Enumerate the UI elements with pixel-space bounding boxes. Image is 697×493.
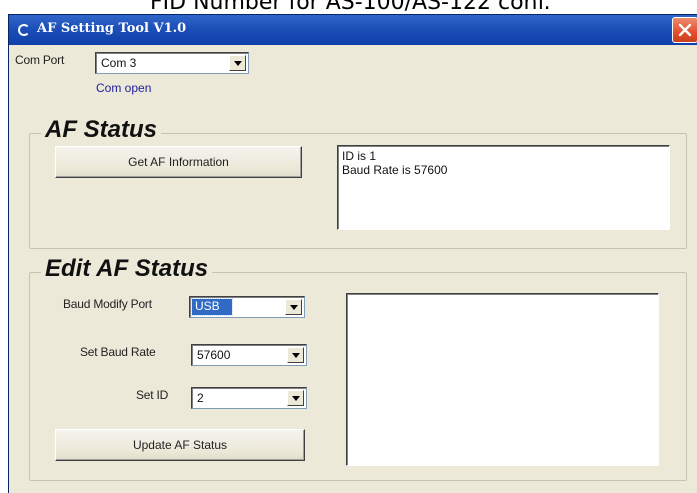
af-status-title: AF Status [41,116,162,144]
set-id-label: Set ID [136,388,169,402]
close-button[interactable] [672,17,697,43]
baud-modify-port-label: Baud Modify Port [63,297,152,311]
edit-output-display [346,293,659,466]
af-info-line: Baud Rate is 57600 [342,163,448,177]
page-caption-text: FID Number for AS-100/AS-122 conf. [150,0,551,15]
set-id-value: 2 [197,391,204,405]
af-info-display: ID is 1 Baud Rate is 57600 [337,145,670,230]
baud-modify-port-dropdown-button[interactable] [285,299,302,315]
chevron-down-icon [234,61,242,66]
app-window: AF Setting Tool V1.0 Com Port Com 3 Com … [8,14,697,493]
set-baud-rate-label: Set Baud Rate [80,345,156,359]
window-title: AF Setting Tool V1.0 [37,21,187,36]
app-icon [18,24,30,36]
chevron-down-icon [292,353,300,358]
baud-modify-port-select[interactable]: USB [189,296,305,318]
set-id-dropdown-button[interactable] [287,390,304,406]
chevron-down-icon [290,305,298,310]
set-baud-rate-select[interactable]: 57600 [191,344,307,366]
com-port-value: Com 3 [101,56,137,70]
title-bar[interactable]: AF Setting Tool V1.0 [9,15,697,45]
chevron-down-icon [292,396,300,401]
set-baud-rate-dropdown-button[interactable] [287,347,304,363]
af-info-line: ID is 1 [342,149,377,163]
com-status-text: Com open [96,81,152,95]
update-af-status-button[interactable]: Update AF Status [55,429,305,461]
client-area: Com Port Com 3 Com open AF Status Get AF… [9,45,697,493]
set-id-select[interactable]: 2 [191,387,307,409]
get-af-information-button[interactable]: Get AF Information [55,146,302,178]
set-baud-rate-value: 57600 [197,348,231,362]
com-port-dropdown-button[interactable] [229,55,246,71]
baud-modify-port-value: USB [191,298,233,316]
close-icon [678,23,692,37]
com-port-label: Com Port [15,53,65,67]
edit-af-status-title: Edit AF Status [41,255,213,283]
com-port-select[interactable]: Com 3 [95,52,249,74]
